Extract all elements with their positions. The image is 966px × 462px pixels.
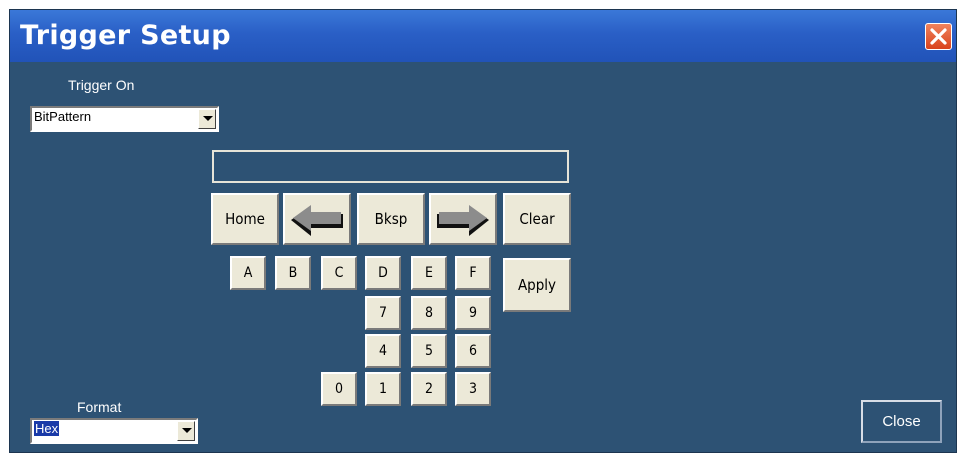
key-6[interactable]: 6: [455, 334, 491, 368]
backspace-button[interactable]: Bksp: [357, 193, 425, 245]
right-arrow-icon: [437, 205, 489, 236]
format-value: Hex: [34, 421, 60, 436]
format-dropdown[interactable]: Hex: [30, 418, 198, 444]
move-right-button[interactable]: [429, 193, 497, 245]
trigger-on-dropdown[interactable]: BitPattern: [30, 106, 219, 132]
clear-button[interactable]: Clear: [503, 193, 571, 245]
close-button[interactable]: Close: [861, 400, 942, 443]
key-0[interactable]: 0: [321, 372, 357, 406]
key-5[interactable]: 5: [411, 334, 447, 368]
chevron-down-icon[interactable]: [177, 421, 195, 441]
pattern-entry-field[interactable]: [212, 150, 569, 183]
trigger-on-value: BitPattern: [34, 109, 92, 124]
key-9[interactable]: 9: [455, 296, 491, 330]
key-1[interactable]: 1: [365, 372, 401, 406]
apply-button[interactable]: Apply: [503, 258, 571, 312]
move-left-button[interactable]: [283, 193, 351, 245]
key-d[interactable]: D: [365, 256, 401, 290]
dialog-title: Trigger Setup: [20, 20, 231, 51]
left-arrow-icon: [291, 205, 343, 236]
key-2[interactable]: 2: [411, 372, 447, 406]
key-b[interactable]: B: [275, 256, 311, 290]
key-8[interactable]: 8: [411, 296, 447, 330]
trigger-setup-dialog: Trigger Setup Trigger On BitPattern Home…: [9, 9, 957, 453]
close-x-icon[interactable]: [925, 23, 952, 50]
trigger-on-label: Trigger On: [68, 77, 135, 93]
key-3[interactable]: 3: [455, 372, 491, 406]
key-7[interactable]: 7: [365, 296, 401, 330]
key-f[interactable]: F: [455, 256, 491, 290]
key-4[interactable]: 4: [365, 334, 401, 368]
key-e[interactable]: E: [411, 256, 447, 290]
key-a[interactable]: A: [230, 256, 266, 290]
chevron-down-icon[interactable]: [198, 109, 216, 129]
key-c[interactable]: C: [321, 256, 357, 290]
format-label: Format: [77, 399, 122, 415]
home-button[interactable]: Home: [211, 193, 279, 245]
title-bar[interactable]: Trigger Setup: [10, 10, 956, 62]
